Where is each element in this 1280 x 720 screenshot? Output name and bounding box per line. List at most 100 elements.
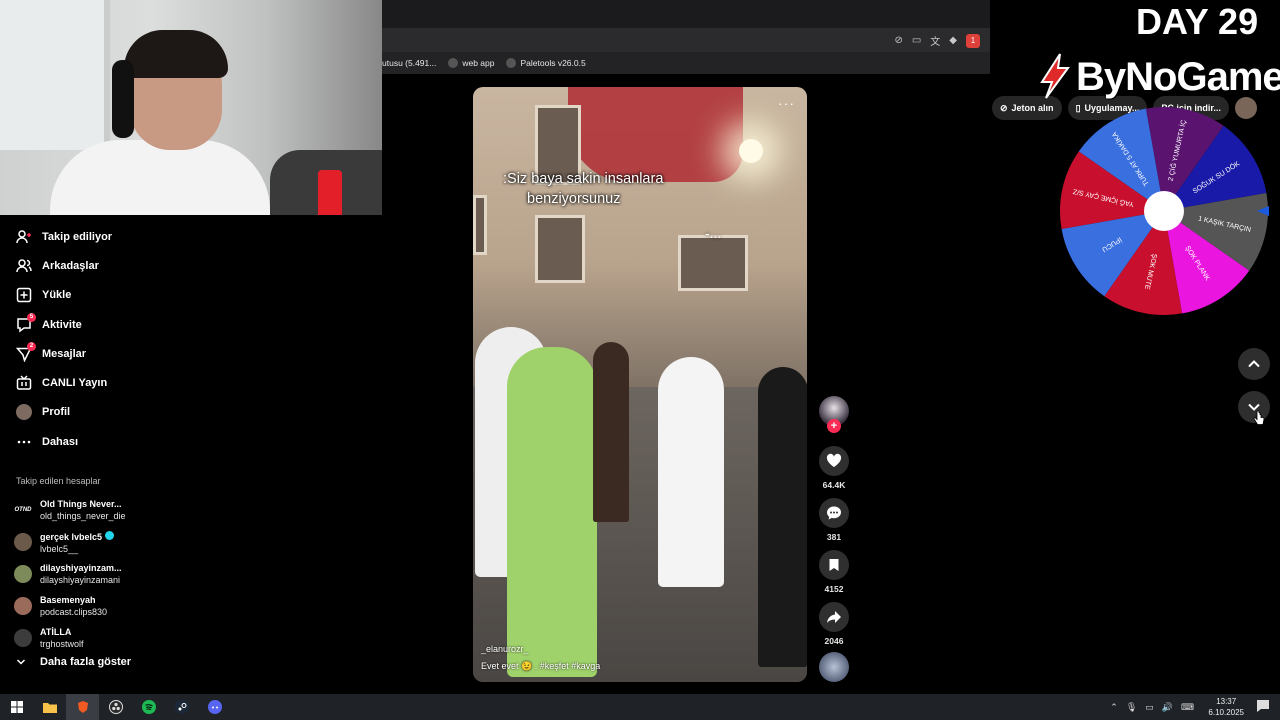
clock-date: 6.10.2025 bbox=[1208, 708, 1244, 717]
chevron-up-icon bbox=[1248, 360, 1260, 368]
bookmark-item[interactable]: web app bbox=[448, 58, 494, 69]
share-button[interactable] bbox=[819, 602, 849, 632]
account-name: dilayshiyayinzam... bbox=[40, 563, 122, 573]
followed-account[interactable]: gerçek lvbelc5 lvbelc5__ bbox=[14, 526, 174, 558]
following-icon bbox=[16, 229, 32, 245]
account-handle: lvbelc5__ bbox=[40, 543, 79, 554]
windows-taskbar: ⌃ 🎙 ▭ 🔊 ⌨ 13:37 6.10.2025 bbox=[0, 694, 1280, 720]
creator-avatar[interactable]: + bbox=[819, 396, 849, 433]
messages-icon: 2 bbox=[16, 341, 36, 362]
account-handle: podcast.clips830 bbox=[40, 607, 108, 617]
bookmark-favicon bbox=[448, 58, 459, 69]
bookmark-icon bbox=[829, 559, 839, 571]
followed-account[interactable]: dilayshiyayinzam... dilayshiyayinzamani bbox=[14, 558, 174, 590]
followed-accounts-heading: Takip edilen hesaplar bbox=[16, 476, 101, 486]
discord-icon[interactable] bbox=[198, 694, 231, 720]
messages-badge: 2 bbox=[27, 341, 36, 351]
previous-video-button[interactable] bbox=[1238, 348, 1270, 380]
translate-icon[interactable]: 文 bbox=[930, 33, 940, 48]
followed-account[interactable]: OTND Old Things Never... old_things_neve… bbox=[14, 494, 174, 526]
account-avatar bbox=[14, 533, 32, 551]
clock-time: 13:37 bbox=[1216, 697, 1237, 706]
network-icon[interactable]: ▭ bbox=[1145, 702, 1154, 713]
video-person bbox=[507, 347, 597, 677]
webcam-hair bbox=[124, 30, 228, 78]
no-camera-icon[interactable]: ⊘ bbox=[894, 35, 902, 46]
show-more-button[interactable]: Daha fazla göster bbox=[16, 656, 131, 668]
video-player[interactable]: :Siz baya sakin insanlara benziyorsunuz … bbox=[473, 87, 807, 682]
sidebar-item-activity[interactable]: 5 Aktivite bbox=[0, 310, 150, 339]
hand-cursor-icon bbox=[1253, 410, 1265, 425]
sidebar-item-label: Mesajlar bbox=[42, 347, 87, 360]
video-person bbox=[658, 357, 724, 587]
followed-account[interactable]: Basemenyah podcast.clips830 bbox=[14, 590, 174, 622]
activity-badge: 5 bbox=[27, 312, 36, 322]
brave-rewards-icon[interactable]: 1 bbox=[966, 33, 980, 48]
obs-icon[interactable] bbox=[99, 694, 132, 720]
activity-icon: 5 bbox=[16, 312, 36, 333]
account-handle: trghostwolf bbox=[40, 639, 84, 649]
bookmark-item[interactable]: Paletools v26.0.5 bbox=[506, 58, 586, 69]
microphone-icon[interactable]: 🎙 bbox=[1126, 702, 1137, 713]
more-icon bbox=[16, 434, 32, 450]
sidebar-item-following[interactable]: Takip ediliyor bbox=[0, 222, 150, 251]
video-text-overlay: :Siz baya sakin insanlara benziyorsunuz bbox=[503, 169, 663, 209]
browser-address-bar[interactable]: ⊘ ▭ 文 ◆ 1 bbox=[382, 28, 990, 52]
spotify-icon[interactable] bbox=[132, 694, 165, 720]
video-person bbox=[758, 367, 807, 667]
coin-icon: ⊘ bbox=[1000, 102, 1008, 113]
video-caption-line: benziyorsunuz bbox=[527, 191, 621, 207]
windows-start-icon[interactable] bbox=[0, 694, 33, 720]
file-explorer-icon[interactable] bbox=[33, 694, 66, 720]
sidebar-item-upload[interactable]: Yükle bbox=[0, 281, 150, 310]
notification-center-icon[interactable] bbox=[1256, 699, 1270, 718]
brave-shield-icon[interactable]: ◆ bbox=[949, 35, 957, 46]
save-count: 4152 bbox=[824, 584, 844, 594]
bynogame-logo-icon bbox=[1040, 53, 1070, 99]
browser-tab-strip bbox=[382, 0, 990, 28]
account-avatar bbox=[14, 629, 32, 647]
video-building-window bbox=[473, 195, 487, 255]
tray-chevron-up-icon[interactable]: ⌃ bbox=[1110, 702, 1118, 713]
webcam-headset bbox=[112, 60, 134, 138]
sidebar-item-more[interactable]: Dahası bbox=[0, 427, 150, 456]
webcam-shirt bbox=[50, 140, 270, 215]
follow-plus-icon[interactable]: + bbox=[827, 419, 841, 433]
video-flag bbox=[568, 87, 743, 182]
taskbar-clock[interactable]: 13:37 6.10.2025 bbox=[1208, 696, 1244, 718]
video-more-options-icon[interactable]: ··· bbox=[778, 95, 795, 111]
sidebar-item-messages[interactable]: 2 Mesajlar bbox=[0, 339, 150, 368]
video-author[interactable]: _elanurozr_ bbox=[481, 644, 529, 654]
sidebar-item-friends[interactable]: Arkadaşlar bbox=[0, 251, 150, 280]
sidebar-item-label: Yükle bbox=[42, 289, 72, 302]
get-coins-label: Jeton alın bbox=[1011, 103, 1054, 113]
sidebar-item-label: Aktivite bbox=[42, 318, 82, 331]
brave-browser-icon[interactable] bbox=[66, 694, 99, 720]
comment-button[interactable] bbox=[819, 498, 849, 528]
sidebar-item-label: Profil bbox=[42, 406, 71, 419]
video-description: Evet evet 😉 . #keşfet #kavga bbox=[481, 661, 601, 671]
save-button[interactable] bbox=[819, 550, 849, 580]
webcam-overlay bbox=[0, 0, 382, 215]
screen-icon[interactable]: ▭ bbox=[912, 35, 921, 46]
steam-icon[interactable] bbox=[165, 694, 198, 720]
sidebar-item-live[interactable]: CANLI Yayın bbox=[0, 368, 150, 397]
like-count: 64.4K bbox=[822, 480, 846, 490]
followed-account[interactable]: ATİLLA trghostwolf bbox=[14, 622, 174, 654]
video-action-bar: + 64.4K 381 4152 2046 bbox=[818, 396, 850, 682]
like-button[interactable] bbox=[819, 446, 849, 476]
music-disc[interactable] bbox=[819, 652, 849, 682]
language-icon[interactable]: ⌨ bbox=[1181, 702, 1194, 713]
account-name: ATİLLA bbox=[40, 627, 72, 637]
sidebar-item-profile[interactable]: Profil bbox=[0, 398, 150, 427]
account-name: Old Things Never... bbox=[40, 499, 122, 509]
bookmark-item[interactable]: utusu (5.491... bbox=[382, 58, 436, 68]
volume-icon[interactable]: 🔊 bbox=[1162, 702, 1173, 713]
video-street-light bbox=[739, 139, 763, 163]
heart-icon bbox=[826, 453, 842, 467]
account-avatar bbox=[14, 565, 32, 583]
bookmark-favicon bbox=[506, 58, 517, 69]
profile-avatar bbox=[16, 404, 32, 421]
sidebar-item-label: CANLI Yayın bbox=[42, 377, 108, 390]
video-sign-text: -... bbox=[705, 225, 722, 241]
